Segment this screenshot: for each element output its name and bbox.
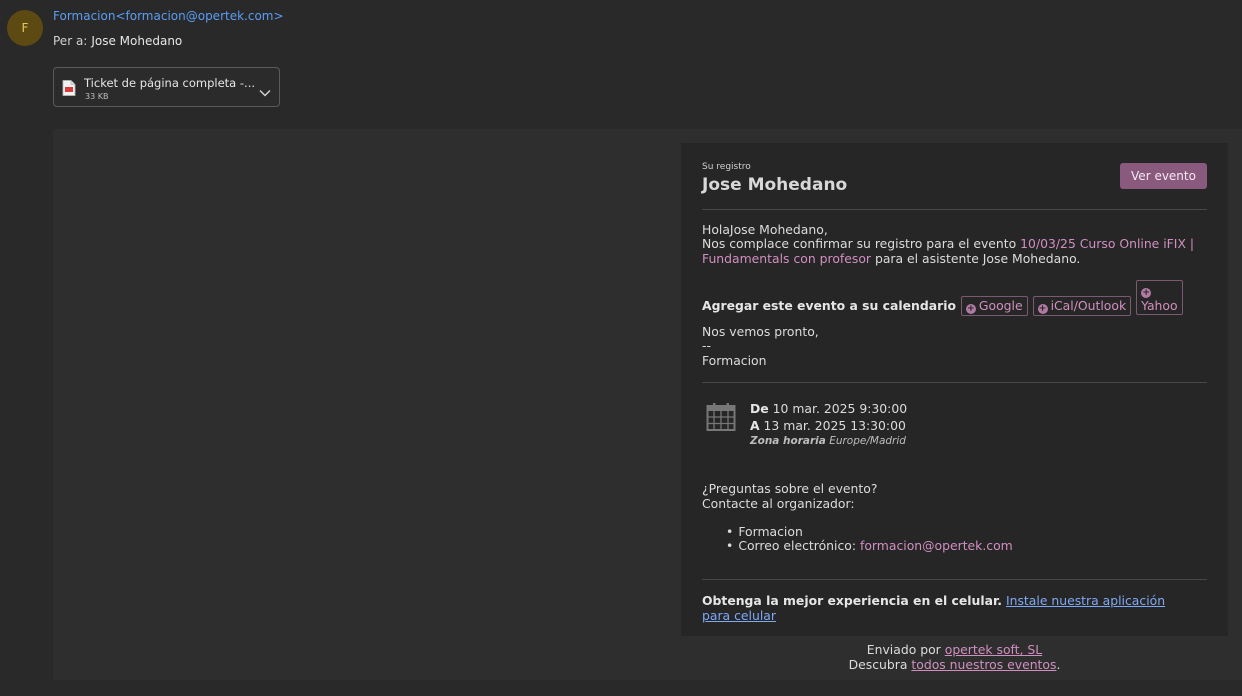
confirmation-prefix: Nos complace confirmar su registro para … xyxy=(702,236,1017,251)
view-event-button[interactable]: Ver evento xyxy=(1120,163,1207,189)
discover-label: Descubra xyxy=(848,656,908,672)
end-date: 13 mar. 2025 13:30:00 xyxy=(763,418,906,433)
event-start: De 10 mar. 2025 9:30:00 xyxy=(750,401,907,416)
sent-by-label: Enviado por xyxy=(866,642,941,657)
plus-circle-icon: + xyxy=(1037,304,1048,314)
install-app-link-continued[interactable]: para celular xyxy=(702,608,776,623)
to-label: A xyxy=(750,418,760,433)
time-zone-label: Zona horaria xyxy=(750,435,826,447)
from-label: De xyxy=(750,401,769,416)
attachment-size: 33 KB xyxy=(85,92,109,101)
divider xyxy=(702,209,1207,210)
pdf-file-icon xyxy=(62,80,76,100)
divider xyxy=(702,382,1207,383)
organizer-name: Formacion xyxy=(738,524,803,539)
sender-address[interactable]: Formacion<formacion@opertek.com> xyxy=(53,9,284,23)
discover-line: Descubra todos nuestros eventos. xyxy=(681,656,1228,673)
divider xyxy=(702,579,1207,580)
plus-circle-icon: + xyxy=(965,304,976,314)
time-zone: Zona horaria Europe/Madrid xyxy=(750,435,906,447)
mobile-promo-text: Obtenga la mejor experiencia en el celul… xyxy=(702,593,1003,608)
add-to-calendar: Agregar este evento a su calendario + Goo… xyxy=(702,280,1207,316)
signature-dash: -- xyxy=(702,338,711,353)
add-calendar-label: Agregar este evento a su calendario xyxy=(702,298,956,313)
google-calendar-button[interactable]: + Google xyxy=(960,296,1028,316)
confirmation-line: Nos complace confirmar su registro para … xyxy=(702,236,1194,252)
event-link-continued[interactable]: Fundamentals con profesor xyxy=(702,251,871,266)
event-link[interactable]: 10/03/25 Curso Online iFIX | xyxy=(1020,236,1194,251)
email-label: Correo electrónico: xyxy=(738,538,857,553)
yahoo-calendar-button[interactable]: + Yahoo xyxy=(1136,280,1183,315)
company-link[interactable]: opertek soft, SL xyxy=(945,642,1042,657)
closing-line: Nos vemos pronto, xyxy=(702,324,819,339)
registration-label: Su registro xyxy=(702,162,751,172)
plus-circle-icon: + xyxy=(1141,288,1152,298)
signature-name: Formacion xyxy=(702,353,767,368)
chevron-down-icon[interactable] xyxy=(259,82,271,101)
all-events-link[interactable]: todos nuestros eventos xyxy=(911,657,1056,672)
registration-card: Su registro Jose Mohedano Ver evento Hol… xyxy=(681,143,1228,636)
footer-period: . xyxy=(1056,656,1061,672)
email-footer: Enviado por opertek soft, SL Descubra to… xyxy=(681,642,1228,673)
confirmation-suffix: para el asistente Jose Mohedano. xyxy=(874,251,1081,266)
organizer-email-link[interactable]: formacion@opertek.com xyxy=(860,538,1013,553)
time-zone-value: Europe/Madrid xyxy=(829,435,906,447)
event-end: A 13 mar. 2025 13:30:00 xyxy=(750,418,906,433)
questions-line: ¿Preguntas sobre el evento? xyxy=(702,481,878,496)
calendar-icon xyxy=(706,402,736,436)
attachment-name: Ticket de página completa -... xyxy=(84,76,256,90)
registrant-name: Jose Mohedano xyxy=(702,175,848,195)
to-label: Per a: xyxy=(53,34,88,48)
mobile-app-promo: Obtenga la mejor experiencia en el celul… xyxy=(702,593,1207,623)
attachment-card[interactable]: Ticket de página completa -... 33 KB xyxy=(53,67,280,107)
confirmation-line-2: Fundamentals con profesor para el asiste… xyxy=(702,251,1081,267)
contact-line: Contacte al organizador: xyxy=(702,496,855,511)
recipient-line: Per a: Jose Mohedano xyxy=(53,34,182,48)
organizer-item: • Formacion xyxy=(726,524,803,539)
recipient-name[interactable]: Jose Mohedano xyxy=(91,34,182,48)
install-app-link[interactable]: Instale nuestra aplicación xyxy=(1006,593,1165,608)
start-date: 10 mar. 2025 9:30:00 xyxy=(772,401,908,416)
ical-outlook-button[interactable]: + iCal/Outlook xyxy=(1032,296,1132,316)
sender-avatar[interactable]: F xyxy=(7,10,43,46)
organizer-email-item: • Correo electrónico: formacion@opertek.c… xyxy=(726,538,1013,553)
sent-by-line: Enviado por opertek soft, SL xyxy=(681,642,1228,658)
